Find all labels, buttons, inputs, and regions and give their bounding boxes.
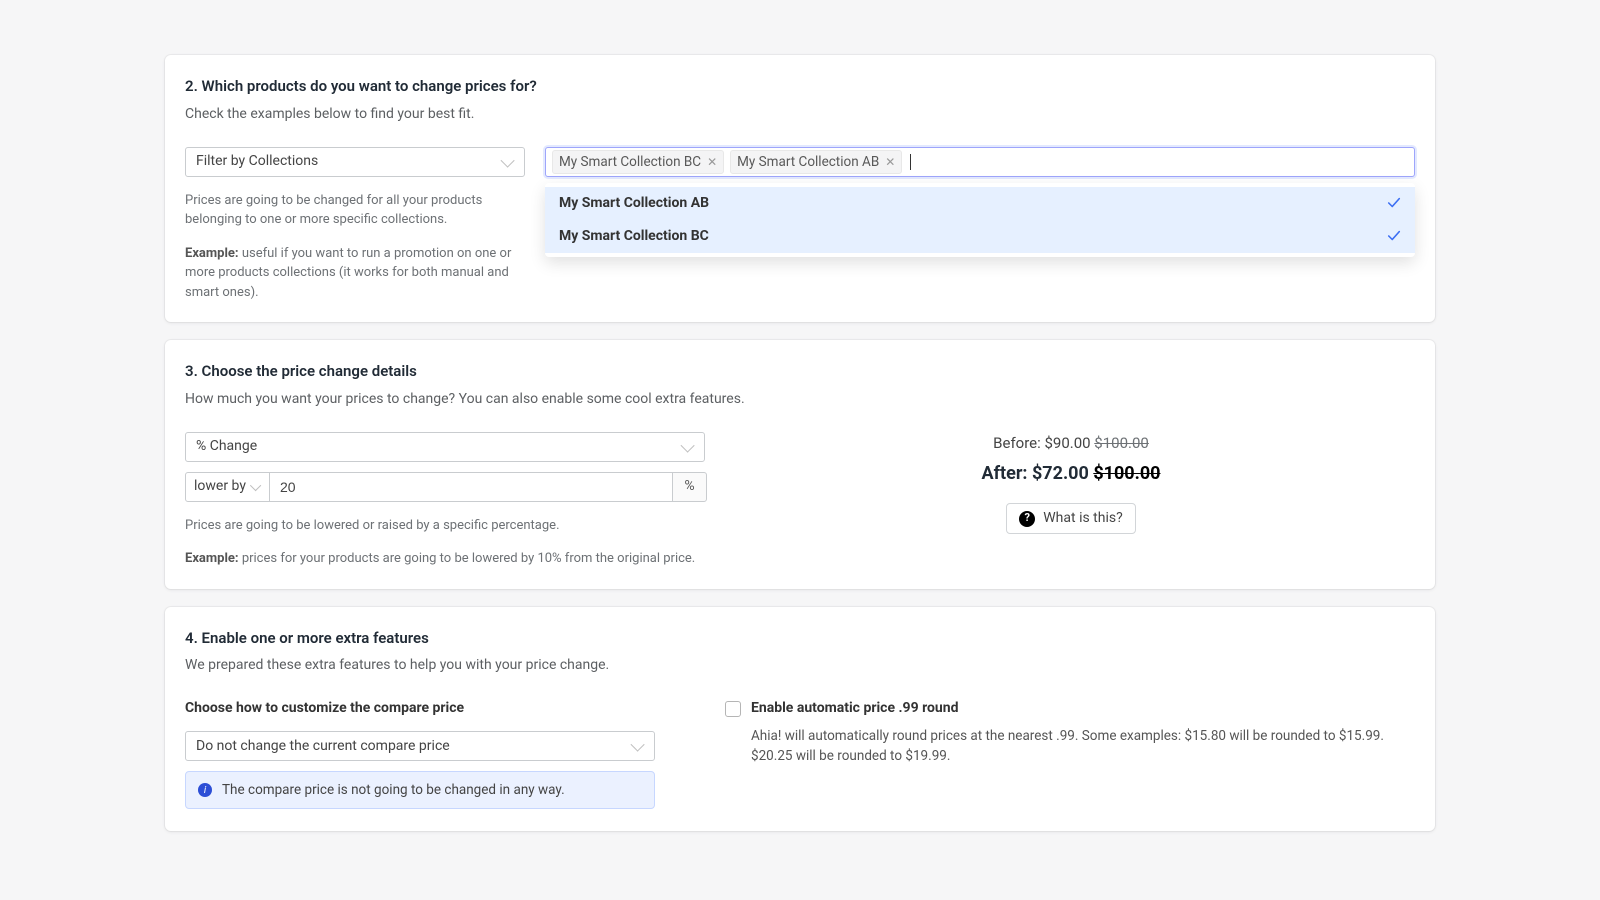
dropdown-item-bc[interactable]: My Smart Collection BC <box>545 220 1415 253</box>
question-icon: ? <box>1019 511 1035 527</box>
chevron-down-icon <box>681 438 695 452</box>
direction-value: lower by <box>194 476 246 497</box>
round-heading: Enable automatic price .99 round <box>751 698 959 719</box>
after-label: After: <box>981 463 1031 484</box>
section-subtitle: We prepared these extra features to help… <box>185 655 1415 676</box>
compare-info-text: The compare price is not going to be cha… <box>222 780 565 800</box>
chevron-down-icon <box>631 738 645 752</box>
what-is-this-label: What is this? <box>1043 508 1122 529</box>
after-compare: $100.00 <box>1093 463 1160 484</box>
before-compare: $100.00 <box>1094 434 1149 452</box>
filter-example: Example: useful if you want to run a pro… <box>185 244 525 303</box>
dropdown-item-label: My Smart Collection AB <box>559 193 709 214</box>
example-label: Example: <box>185 551 239 566</box>
direction-select[interactable]: lower by <box>185 472 270 502</box>
dropdown-item-ab[interactable]: My Smart Collection AB <box>545 187 1415 220</box>
example-text: prices for your products are going to be… <box>239 551 696 566</box>
before-price: $90.00 <box>1044 434 1094 452</box>
collections-tag-input[interactable]: My Smart Collection BC ✕ My Smart Collec… <box>545 147 1415 177</box>
check-icon <box>1387 229 1401 243</box>
tag-label: My Smart Collection AB <box>737 152 879 172</box>
price-preview: Before: $90.00 $100.00 After: $72.00 $10… <box>727 432 1415 535</box>
section-title: 2. Which products do you want to change … <box>185 75 1415 98</box>
round-description: Ahia! will automatically round prices at… <box>751 727 1415 766</box>
remove-tag-icon[interactable]: ✕ <box>707 153 717 171</box>
section-price-change: 3. Choose the price change details How m… <box>165 340 1435 589</box>
compare-heading: Choose how to customize the compare pric… <box>185 698 655 719</box>
change-type-value: % Change <box>196 436 257 457</box>
change-example: Example: prices for your products are go… <box>185 549 707 569</box>
selected-tag: My Smart Collection AB ✕ <box>730 150 902 174</box>
compare-price-select[interactable]: Do not change the current compare price <box>185 731 655 761</box>
section-extra-features: 4. Enable one or more extra features We … <box>165 607 1435 832</box>
what-is-this-button[interactable]: ? What is this? <box>1006 503 1135 534</box>
section-products: 2. Which products do you want to change … <box>165 55 1435 322</box>
section-subtitle: How much you want your prices to change?… <box>185 389 1415 410</box>
before-label: Before: <box>993 434 1044 452</box>
change-hint: Prices are going to be lowered or raised… <box>185 516 707 536</box>
chevron-down-icon <box>250 479 261 490</box>
amount-input[interactable] <box>270 472 672 502</box>
info-icon: i <box>198 783 212 797</box>
example-label: Example: <box>185 246 239 261</box>
section-subtitle: Check the examples below to find your be… <box>185 104 1415 125</box>
text-cursor <box>910 154 911 170</box>
unit-label: % <box>672 472 707 502</box>
selected-tag: My Smart Collection BC ✕ <box>552 150 724 174</box>
filter-type-value: Filter by Collections <box>196 151 318 172</box>
filter-hint: Prices are going to be changed for all y… <box>185 191 525 230</box>
change-type-select[interactable]: % Change <box>185 432 705 462</box>
filter-type-select[interactable]: Filter by Collections <box>185 147 525 177</box>
before-price-line: Before: $90.00 $100.00 <box>993 432 1149 455</box>
section-title: 4. Enable one or more extra features <box>185 627 1415 650</box>
after-price-line: After: $72.00 $100.00 <box>981 460 1160 487</box>
chevron-down-icon <box>501 153 515 167</box>
collections-dropdown: My Smart Collection AB My Smart Collecti… <box>545 183 1415 257</box>
compare-info-banner: i The compare price is not going to be c… <box>185 771 655 809</box>
check-icon <box>1387 196 1401 210</box>
after-price: $72.00 <box>1032 463 1093 484</box>
dropdown-item-label: My Smart Collection BC <box>559 226 709 247</box>
section-title: 3. Choose the price change details <box>185 360 1415 383</box>
remove-tag-icon[interactable]: ✕ <box>885 153 895 171</box>
compare-price-value: Do not change the current compare price <box>196 736 450 757</box>
round-checkbox[interactable] <box>725 701 741 717</box>
tag-label: My Smart Collection BC <box>559 152 701 172</box>
